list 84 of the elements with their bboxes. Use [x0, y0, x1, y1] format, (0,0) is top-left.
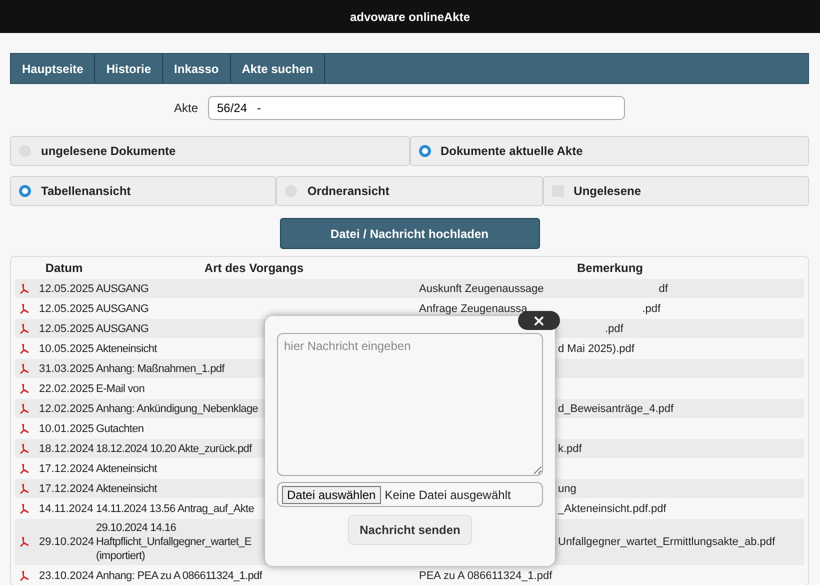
type-text: Gutachten [96, 422, 144, 436]
date-cell-text: 10.05.2025 [38, 342, 92, 356]
option-label: Dokumente aktuelle Akte [440, 144, 583, 158]
date-cell-text: 12.05.2025 [38, 322, 92, 336]
remark-text: df [658, 282, 668, 294]
option-label: Ordneransicht [307, 184, 390, 198]
remark-text: .pdf [642, 302, 661, 314]
message-field[interactable]: hier Nachricht eingeben [277, 333, 543, 476]
pdf-icon[interactable] [20, 402, 30, 414]
date-cell-text: 14.11.2024 [38, 502, 92, 516]
date-cell-text: 17.12.2024 [38, 482, 92, 496]
type-text: Anhang: Maßnahmen_1.pdf [96, 362, 224, 376]
radio-button[interactable] [418, 145, 430, 157]
column-header: Art des Vorgangs [203, 260, 305, 277]
akte-label: Akte [174, 101, 198, 115]
nav-item[interactable]: Akte suchen [230, 54, 326, 83]
pdf-icon[interactable] [20, 570, 30, 582]
date-cell-text: 18.12.2024 [38, 442, 92, 456]
type-text: Akteneinsicht [96, 482, 157, 496]
pdf-icon[interactable] [20, 302, 30, 314]
pdf-icon[interactable] [20, 362, 30, 374]
date-cell-text: 12.05.2025 [38, 302, 92, 316]
type-text: (importiert) [96, 549, 145, 563]
date-cell-text: 12.02.2025 [38, 402, 92, 416]
file-status: Keine Datei ausgewählt [384, 488, 511, 502]
filter-option[interactable]: ungelesene Dokumente [10, 136, 410, 166]
type-text: Anhang: Ankündigung_Nebenklage [96, 402, 258, 416]
remark-text: d_Beweisanträge_4.pdf [558, 402, 674, 414]
remark-text: Auskunft Zeugenaussage [419, 282, 544, 294]
file-field[interactable]: Datei auswählen Keine Datei ausgewählt [277, 482, 543, 507]
pdf-icon[interactable] [20, 342, 30, 354]
type-text: Akteneinsicht [96, 462, 157, 476]
nav-item[interactable]: Hauptseite [11, 54, 96, 83]
option-label: Tabellenansicht [41, 184, 131, 198]
remark-text: .pdf [605, 322, 624, 334]
pdf-icon[interactable] [20, 462, 30, 474]
date-cell-text: 29.10.2024 [38, 535, 92, 550]
view-option[interactable]: Ordneransicht [276, 176, 543, 206]
type-text: Akteneinsicht [96, 342, 157, 356]
pdf-icon[interactable] [20, 536, 30, 548]
type-text: Haftpflicht_Unfallgegner_wartet_E [96, 535, 252, 549]
nav-item[interactable]: Inkasso [163, 54, 231, 83]
date-cell-text: 31.03.2025 [38, 362, 92, 376]
pdf-icon[interactable] [20, 282, 30, 294]
remark-text: Unfallgegner_wartet_Ermittlungsakte_ab.pdf [558, 536, 776, 548]
remark-text: d Mai 2025).pdf [558, 342, 634, 354]
type-text: 29.10.2024 14.16 [96, 521, 176, 535]
filter-option[interactable]: Dokumente aktuelle Akte [410, 136, 809, 166]
option-label: ungelesene Dokumente [41, 144, 176, 158]
nav-item[interactable]: Historie [95, 54, 164, 83]
radio-button[interactable] [19, 185, 31, 197]
remark-text: _Akteneinsicht.pdf.pdf [558, 502, 666, 514]
type-text: 14.11.2024 13.56 Antrag_auf_Akte [96, 502, 254, 516]
view-option[interactable]: Ungelesene [542, 176, 809, 206]
akte-field[interactable]: 56/24 - [208, 96, 625, 120]
remark-text: k.pdf [558, 442, 582, 454]
column-header: Datum [44, 260, 84, 277]
type-text: AUSGANG [96, 302, 149, 316]
type-text: 18.12.2024 10.20 Akte_zurück.pdf [96, 442, 252, 456]
choose-file-button[interactable]: Datei auswählen [282, 486, 381, 504]
remark-text: ung [558, 482, 576, 494]
type-text: Anhang: PEA zu A 086611324_1.pdf [96, 568, 262, 582]
close-button[interactable]: × [518, 311, 560, 330]
send-button[interactable]: Nachricht senden [348, 515, 472, 545]
pdf-icon[interactable] [20, 422, 30, 434]
date-cell-text: 22.02.2025 [38, 382, 92, 396]
pdf-icon[interactable] [20, 322, 30, 334]
column-header: Bemerkung [576, 260, 644, 277]
date-cell-text: 17.12.2024 [38, 462, 92, 476]
view-option[interactable]: Tabellenansicht [10, 176, 276, 206]
date-cell-text: 10.01.2025 [38, 422, 92, 436]
upload-button[interactable]: Datei / Nachricht hochladen [280, 218, 540, 249]
pdf-icon[interactable] [20, 442, 30, 454]
pdf-icon[interactable] [20, 502, 30, 514]
remark-text: PEA zu A 086611324_1.pdf [419, 570, 552, 582]
type-text: E-Mail von [96, 382, 144, 396]
type-text: AUSGANG [96, 282, 149, 296]
pdf-icon[interactable] [20, 382, 30, 394]
type-text: AUSGANG [96, 322, 149, 336]
app-title: advoware onlineAkte [350, 10, 470, 24]
pdf-icon[interactable] [20, 482, 30, 494]
date-cell-text: 23.10.2024 [38, 568, 92, 584]
date-cell-text: 12.05.2025 [38, 282, 92, 296]
option-label: Ungelesene [574, 184, 642, 198]
